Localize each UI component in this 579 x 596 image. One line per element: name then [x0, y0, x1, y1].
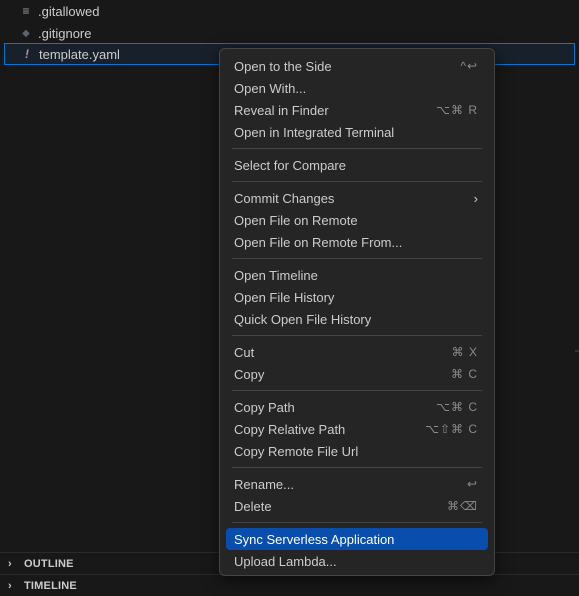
- menu-item-open-file-on-remote-from[interactable]: Open File on Remote From...: [226, 231, 488, 253]
- menu-item-label: Copy: [234, 366, 265, 382]
- shortcut-label: ⌘ C: [451, 367, 478, 381]
- file-name: .gitallowed: [38, 3, 100, 19]
- menu-item-label: Sync Serverless Application: [234, 531, 395, 547]
- scrollbar-mark: [575, 350, 579, 352]
- chevron-right-icon: ›: [8, 579, 12, 592]
- menu-item-label: Open Timeline: [234, 267, 318, 283]
- menu-item-upload-lambda[interactable]: Upload Lambda...: [226, 550, 488, 572]
- menu-separator: [232, 148, 482, 149]
- shortcut-label: ⌥⌘ R: [436, 103, 478, 117]
- menu-item-open-file-on-remote[interactable]: Open File on Remote: [226, 209, 488, 231]
- menu-item-copy[interactable]: Copy ⌘ C: [226, 363, 488, 385]
- shortcut-label: ^↩: [460, 59, 478, 73]
- menu-item-copy-relative-path[interactable]: Copy Relative Path ⌥⇧⌘ C: [226, 418, 488, 440]
- panel-title: TIMELINE: [24, 579, 77, 592]
- menu-item-label: Rename...: [234, 476, 294, 492]
- menu-item-cut[interactable]: Cut ⌘ X: [226, 341, 488, 363]
- menu-separator: [232, 181, 482, 182]
- menu-item-rename[interactable]: Rename... ↩: [226, 473, 488, 495]
- file-item-gitallowed[interactable]: ≡ .gitallowed: [4, 0, 575, 22]
- menu-item-label: Select for Compare: [234, 157, 346, 173]
- shortcut-label: ↩: [466, 477, 478, 491]
- file-name: .gitignore: [38, 25, 92, 41]
- menu-item-label: Copy Relative Path: [234, 421, 346, 437]
- menu-item-label: Quick Open File History: [234, 311, 372, 327]
- menu-item-label: Upload Lambda...: [234, 553, 337, 569]
- menu-item-quick-open-file-history[interactable]: Quick Open File History: [226, 308, 488, 330]
- panel-title: OUTLINE: [24, 557, 74, 570]
- shortcut-label: ⌘⌫: [447, 499, 478, 513]
- menu-item-open-to-side[interactable]: Open to the Side ^↩: [226, 55, 488, 77]
- menu-item-label: Open File History: [234, 289, 335, 305]
- menu-item-copy-remote-file-url[interactable]: Copy Remote File Url: [226, 440, 488, 462]
- menu-item-open-timeline[interactable]: Open Timeline: [226, 264, 488, 286]
- shortcut-label: ⌘ X: [451, 345, 478, 359]
- menu-item-label: Cut: [234, 344, 255, 360]
- menu-item-label: Open in Integrated Terminal: [234, 124, 395, 140]
- menu-item-label: Reveal in Finder: [234, 102, 329, 118]
- menu-item-open-file-history[interactable]: Open File History: [226, 286, 488, 308]
- menu-item-label: Open File on Remote: [234, 212, 358, 228]
- menu-item-label: Copy Remote File Url: [234, 443, 359, 459]
- menu-item-label: Commit Changes: [234, 190, 335, 206]
- menu-item-select-for-compare[interactable]: Select for Compare: [226, 154, 488, 176]
- menu-separator: [232, 467, 482, 468]
- menu-separator: [232, 522, 482, 523]
- context-menu: Open to the Side ^↩ Open With... Reveal …: [219, 48, 495, 576]
- menu-item-open-in-terminal[interactable]: Open in Integrated Terminal: [226, 121, 488, 143]
- menu-item-label: Delete: [234, 498, 272, 514]
- shortcut-label: ⌥⇧⌘ C: [425, 422, 478, 436]
- menu-item-commit-changes[interactable]: Commit Changes ›: [226, 187, 488, 209]
- shortcut-label: ⌥⌘ C: [436, 400, 478, 414]
- menu-item-label: Open to the Side: [234, 58, 332, 74]
- menu-item-copy-path[interactable]: Copy Path ⌥⌘ C: [226, 396, 488, 418]
- diamond-icon: ◆: [22, 27, 30, 39]
- menu-item-sync-serverless-application[interactable]: Sync Serverless Application: [226, 528, 488, 550]
- menu-separator: [232, 335, 482, 336]
- lines-icon: ≡: [22, 4, 30, 18]
- chevron-right-icon: ›: [473, 190, 478, 206]
- menu-item-open-with[interactable]: Open With...: [226, 77, 488, 99]
- file-name: template.yaml: [39, 46, 120, 62]
- menu-separator: [232, 258, 482, 259]
- menu-separator: [232, 390, 482, 391]
- file-item-gitignore[interactable]: ◆ .gitignore: [4, 22, 575, 44]
- timeline-panel-header[interactable]: › TIMELINE: [0, 574, 579, 596]
- menu-item-reveal-in-finder[interactable]: Reveal in Finder ⌥⌘ R: [226, 99, 488, 121]
- menu-item-label: Open File on Remote From...: [234, 234, 403, 250]
- chevron-right-icon: ›: [8, 557, 12, 570]
- menu-item-delete[interactable]: Delete ⌘⌫: [226, 495, 488, 517]
- exclamation-icon: !: [25, 47, 29, 61]
- menu-item-label: Open With...: [234, 80, 307, 96]
- menu-item-label: Copy Path: [234, 399, 295, 415]
